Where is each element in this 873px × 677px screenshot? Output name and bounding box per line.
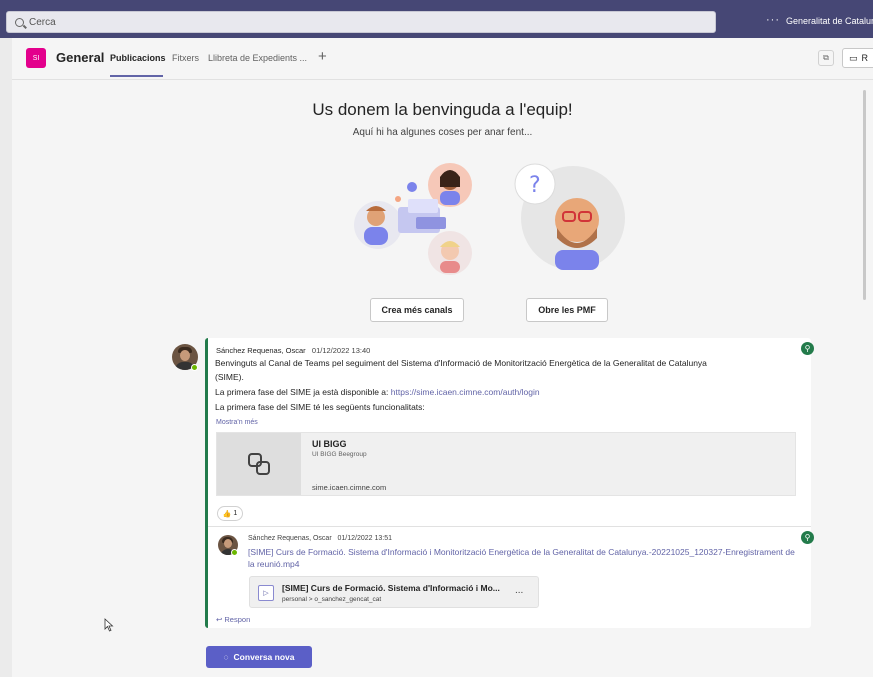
svg-text:?: ? bbox=[529, 173, 541, 198]
faq-person-illustration: ? bbox=[514, 163, 625, 270]
search-icon bbox=[15, 17, 24, 27]
link-preview-thumbnail bbox=[217, 433, 301, 495]
team-people-illustration bbox=[354, 163, 472, 275]
more-options-icon[interactable]: ··· bbox=[766, 14, 780, 26]
post-line2-text: La primera fase del SIME ja està disponi… bbox=[215, 387, 391, 397]
reply-text[interactable]: [SIME] Curs de Formació. Sistema d'Infor… bbox=[248, 546, 798, 570]
tab-fitxers[interactable]: Fitxers bbox=[172, 53, 199, 63]
link-preview-subtitle: UI BIGG Beegroup bbox=[312, 451, 367, 458]
reply-pin-icon[interactable]: ⚲ bbox=[801, 531, 814, 544]
active-tab-indicator bbox=[110, 75, 163, 77]
add-tab-button[interactable]: + bbox=[318, 48, 327, 65]
open-faq-button[interactable]: Obre les PMF bbox=[526, 298, 608, 322]
search-placeholder: Cerca bbox=[29, 16, 56, 28]
scrollbar[interactable] bbox=[863, 90, 866, 300]
link-preview-card[interactable]: UI BIGG UI BIGG Beegroup sime.icaen.cimn… bbox=[216, 432, 796, 496]
channel-name: General bbox=[56, 50, 105, 65]
reply-author: Sánchez Requenas, Oscar bbox=[248, 535, 332, 542]
reply-meta: Sánchez Requenas, Oscar 01/12/2022 13:51 bbox=[248, 535, 392, 542]
tab-publicacions[interactable]: Publicacions bbox=[110, 53, 166, 63]
mouse-cursor-icon bbox=[104, 618, 114, 632]
organization-name[interactable]: Generalitat de Catalunya bbox=[786, 16, 873, 26]
post-line2: La primera fase del SIME ja està disponi… bbox=[215, 386, 540, 399]
post-author: Sánchez Requenas, Oscar bbox=[216, 346, 306, 355]
reply-arrow-icon: ↩ bbox=[216, 615, 223, 624]
post-timestamp: 01/12/2022 13:40 bbox=[311, 346, 371, 355]
search-input[interactable]: Cerca bbox=[6, 11, 716, 33]
meet-button[interactable]: ▭ R bbox=[842, 48, 873, 68]
video-file-icon: ▷ bbox=[258, 585, 274, 601]
tab-llibreta[interactable]: Llibreta de Expedients ... bbox=[208, 53, 307, 63]
post-line1: Benvinguts al Canal de Teams pel seguime… bbox=[215, 358, 707, 368]
meet-label: R bbox=[861, 53, 869, 63]
left-rail bbox=[0, 38, 12, 677]
file-menu-button[interactable]: ... bbox=[515, 585, 523, 596]
pin-icon[interactable]: ⚲ bbox=[801, 342, 814, 355]
thumbs-up-icon: 👍 bbox=[222, 510, 232, 518]
link-preview-url: sime.icaen.cimne.com bbox=[312, 483, 387, 492]
sime-login-link[interactable]: https://sime.icaen.cimne.com/auth/login bbox=[391, 387, 540, 397]
link-preview-title: UI BIGG bbox=[312, 439, 347, 449]
link-icon bbox=[248, 453, 270, 475]
video-icon: ▭ bbox=[849, 52, 858, 63]
like-reaction[interactable]: 👍 1 bbox=[217, 506, 243, 521]
reply-divider bbox=[208, 526, 811, 527]
file-title: [SIME] Curs de Formació. Sistema d'Infor… bbox=[282, 583, 500, 593]
reaction-count: 1 bbox=[233, 510, 238, 517]
show-more-link[interactable]: Mostra'n més bbox=[216, 419, 258, 426]
channel-header: SI General Publicacions Fitxers Llibreta… bbox=[12, 38, 873, 80]
channel-info-icon[interactable]: ⧉ bbox=[818, 50, 834, 66]
create-channels-button[interactable]: Crea més canals bbox=[370, 298, 464, 322]
reply-presence-icon bbox=[231, 549, 238, 556]
post-line3: La primera fase del SIME té les següents… bbox=[215, 402, 425, 412]
reply-button[interactable]: ↩ Respon bbox=[216, 615, 250, 624]
reply-timestamp: 01/12/2022 13:51 bbox=[337, 535, 393, 542]
welcome-subtitle: Aquí hi ha algunes coses per anar fent..… bbox=[352, 127, 533, 138]
new-conversation-label: Conversa nova bbox=[233, 652, 295, 662]
post-line1b: (SIME). bbox=[215, 372, 244, 382]
team-avatar: SI bbox=[26, 48, 46, 68]
welcome-title: Us donem la benvinguda a l'equip! bbox=[312, 100, 573, 119]
file-attachment[interactable]: ▷ [SIME] Curs de Formació. Sistema d'Inf… bbox=[249, 576, 539, 608]
top-bar: Cerca ··· Generalitat de Catalunya bbox=[0, 0, 873, 38]
compose-icon: ◌ bbox=[223, 652, 229, 662]
new-conversation-button[interactable]: ◌ Conversa nova bbox=[206, 646, 312, 668]
reply-button-label: Respon bbox=[224, 615, 251, 624]
post-meta: Sánchez Requenas, Oscar 01/12/2022 13:40 bbox=[216, 346, 370, 355]
file-location: personal > o_sanchez_gencat_cat bbox=[282, 596, 382, 603]
presence-available-icon bbox=[191, 364, 198, 371]
